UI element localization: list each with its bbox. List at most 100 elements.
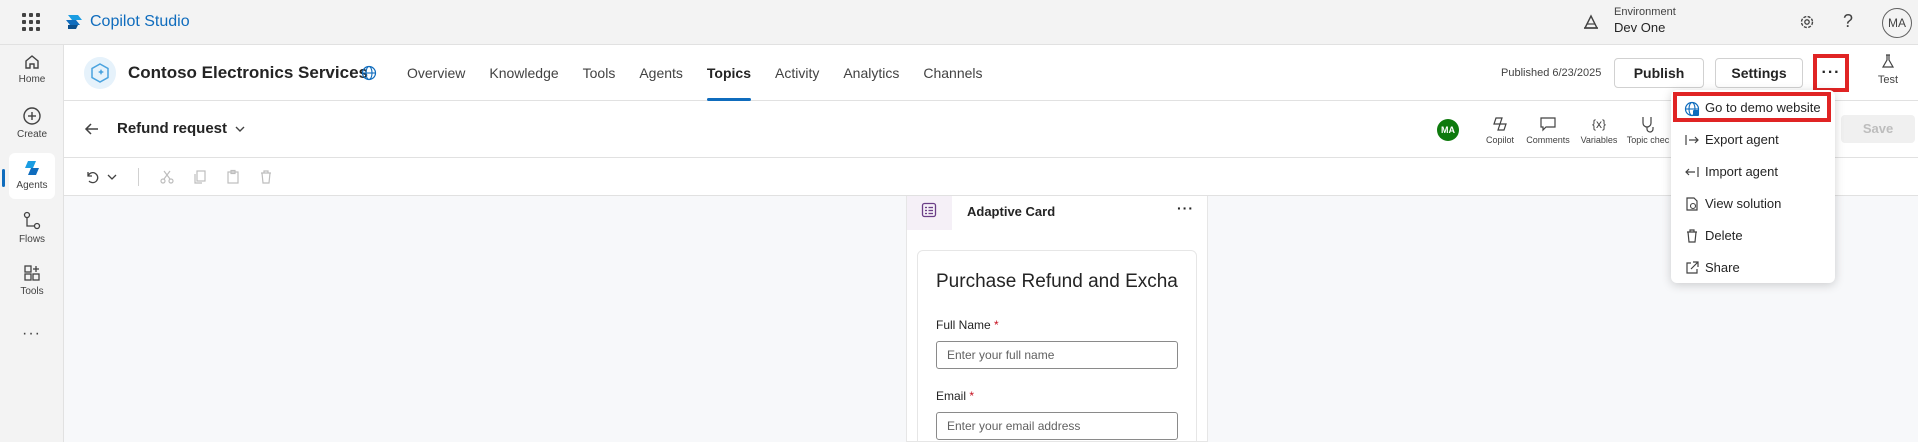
agents-icon	[25, 161, 39, 175]
card-title: Adaptive Card	[967, 204, 1056, 219]
app-name[interactable]: Copilot Studio	[90, 13, 190, 31]
menu-item-share[interactable]: Share	[1677, 252, 1829, 282]
back-arrow-icon[interactable]	[84, 121, 100, 137]
tool-label: Variables	[1580, 135, 1618, 145]
email-input[interactable]: Enter your email address	[936, 412, 1178, 440]
user-avatar[interactable]: MA	[1882, 8, 1912, 38]
copy-icon[interactable]	[192, 169, 208, 185]
copilot-studio-logo-icon	[66, 15, 82, 29]
required-marker: *	[994, 318, 999, 332]
authoring-canvas[interactable]: Adaptive Card ··· Purchase Refund and Ex…	[64, 196, 1918, 442]
published-status: Published 6/23/2025	[1501, 67, 1602, 79]
form-title: Purchase Refund and Excha	[936, 271, 1178, 292]
top-bar: Copilot Studio Environment Dev One ? MA	[0, 0, 1918, 45]
home-icon	[25, 55, 39, 69]
tool-label: Copilot	[1485, 135, 1514, 145]
card-icon-box	[907, 196, 952, 230]
save-button[interactable]: Save	[1841, 115, 1915, 143]
topic-checker-button[interactable]: Topic chec	[1626, 115, 1670, 145]
menu-item-label: Delete	[1705, 228, 1743, 243]
menu-item-view-solution[interactable]: View solution	[1677, 188, 1829, 218]
menu-item-export-agent[interactable]: Export agent	[1677, 124, 1829, 154]
rail-item-home[interactable]: Home	[0, 53, 64, 101]
chevron-down-icon[interactable]	[234, 123, 246, 135]
environment-label: Environment	[1614, 6, 1676, 18]
editor-toolbar	[64, 158, 1918, 196]
settings-button[interactable]: Settings	[1715, 58, 1803, 88]
tool-label: Topic chec	[1626, 135, 1670, 145]
tab-overview[interactable]: Overview	[395, 45, 477, 101]
gear-icon[interactable]	[1798, 13, 1816, 31]
comments-button[interactable]: Comments	[1524, 115, 1572, 145]
menu-item-label: Share	[1705, 260, 1740, 275]
rail-item-label: Home	[18, 74, 46, 85]
globe-icon[interactable]	[361, 65, 377, 81]
agent-avatar-icon	[84, 57, 116, 89]
rail-item-flows[interactable]: Flows	[0, 211, 64, 259]
globe-icon	[1684, 101, 1700, 117]
tab-activity[interactable]: Activity	[763, 45, 831, 101]
comment-icon	[1540, 117, 1556, 132]
rail-item-label: Flows	[18, 234, 46, 245]
menu-item-delete[interactable]: Delete	[1677, 220, 1829, 250]
variables-icon: {x}	[1591, 117, 1606, 131]
more-icon[interactable]: ···	[22, 325, 41, 343]
more-options-button[interactable]: ···	[1813, 54, 1849, 92]
app-launcher-icon[interactable]	[22, 13, 40, 31]
test-button[interactable]: Test	[1868, 53, 1908, 86]
test-label: Test	[1877, 74, 1899, 86]
full-name-input[interactable]: Enter your full name	[936, 341, 1178, 369]
tab-agents[interactable]: Agents	[627, 45, 695, 101]
paste-icon[interactable]	[225, 169, 241, 185]
tab-channels[interactable]: Channels	[911, 45, 994, 101]
menu-item-label: Export agent	[1705, 132, 1779, 147]
copilot-button[interactable]: Copilot	[1482, 115, 1518, 145]
chevron-down-icon[interactable]	[106, 169, 118, 185]
toolbar-divider	[138, 168, 139, 186]
card-more-icon[interactable]: ···	[1177, 200, 1194, 216]
flask-icon	[1881, 54, 1895, 68]
tab-knowledge[interactable]: Knowledge	[477, 45, 570, 101]
left-rail: Home Create Agents Flows Tools ···	[0, 45, 64, 442]
solution-icon	[1686, 197, 1698, 211]
export-icon	[1685, 135, 1699, 145]
variables-button[interactable]: {x} Variables	[1578, 115, 1620, 145]
required-marker: *	[969, 389, 975, 403]
rail-item-label: Agents	[16, 180, 48, 191]
adaptive-card-node[interactable]: Adaptive Card ··· Purchase Refund and Ex…	[906, 196, 1208, 442]
tools-icon	[24, 265, 40, 281]
user-avatar-badge[interactable]: MA	[1437, 119, 1459, 141]
field-label-email: Email *	[936, 389, 974, 403]
rail-item-tile: Agents	[9, 153, 55, 199]
adaptive-card-icon	[921, 202, 937, 218]
agent-header: Contoso Electronics Services Overview Kn…	[64, 45, 1918, 101]
copilot-icon	[1493, 117, 1507, 131]
environment-icon	[1583, 14, 1599, 29]
menu-item-label: Go to demo website	[1705, 100, 1821, 115]
plus-circle-icon	[23, 107, 41, 125]
undo-icon[interactable]	[84, 169, 100, 185]
tab-topics[interactable]: Topics	[695, 45, 763, 101]
rail-item-tools[interactable]: Tools	[0, 263, 64, 311]
share-icon	[1686, 261, 1699, 274]
rail-item-agents[interactable]: Agents	[0, 153, 64, 201]
environment-value[interactable]: Dev One	[1614, 20, 1665, 35]
rail-item-create[interactable]: Create	[0, 106, 64, 154]
stethoscope-icon	[1642, 117, 1654, 133]
agent-name: Contoso Electronics Services	[128, 63, 368, 82]
menu-item-label: View solution	[1705, 196, 1782, 211]
topic-bar: Refund request MA Copilot Comments {x} V…	[64, 101, 1918, 158]
menu-item-go-to-demo-website[interactable]: Go to demo website	[1673, 92, 1831, 122]
menu-item-import-agent[interactable]: Import agent	[1677, 156, 1829, 186]
help-icon[interactable]: ?	[1843, 11, 1853, 32]
topic-title[interactable]: Refund request	[117, 120, 227, 137]
flows-icon	[23, 211, 41, 230]
tab-tools[interactable]: Tools	[571, 45, 628, 101]
tool-label: Comments	[1526, 135, 1570, 145]
delete-icon[interactable]	[258, 169, 274, 185]
tab-analytics[interactable]: Analytics	[831, 45, 911, 101]
cut-icon[interactable]	[159, 169, 175, 185]
publish-button[interactable]: Publish	[1614, 58, 1704, 88]
more-options-menu: Go to demo website Export agent Import a…	[1671, 90, 1835, 283]
menu-item-label: Import agent	[1705, 164, 1778, 179]
